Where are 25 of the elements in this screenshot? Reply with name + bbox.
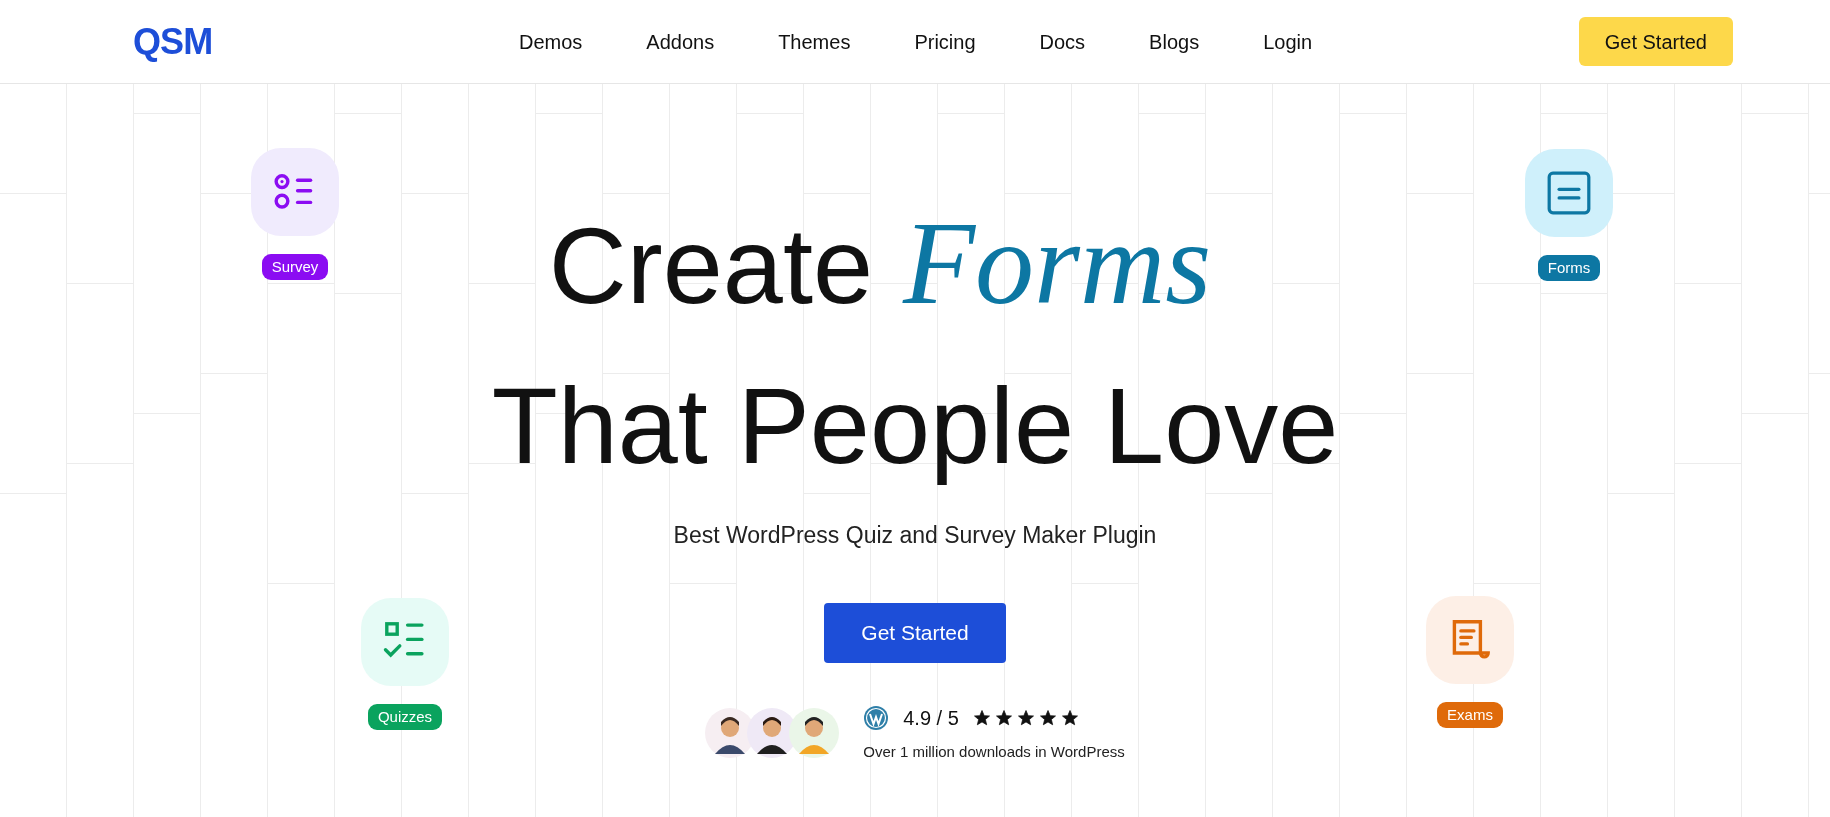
- star-icon: [1060, 708, 1079, 727]
- downloads-caption: Over 1 million downloads in WordPress: [863, 741, 1125, 762]
- nav-link[interactable]: Pricing: [914, 26, 976, 57]
- wordpress-logo-icon: [863, 704, 890, 731]
- rating-score: 4.9 / 5: [903, 705, 959, 731]
- star-icon: [972, 708, 991, 727]
- star-icon: [1016, 708, 1035, 727]
- feature-tag: Survey: [261, 254, 329, 280]
- hero-title: Create Forms: [548, 204, 1213, 326]
- star-icon: [1038, 708, 1057, 727]
- feature-tag: Forms: [1537, 255, 1601, 281]
- get-started-button[interactable]: Get Started: [824, 602, 1006, 663]
- star-icon: [994, 708, 1013, 727]
- nav-link[interactable]: Blogs: [1149, 26, 1200, 57]
- get-started-button[interactable]: Get Started: [1578, 17, 1733, 66]
- nav-link[interactable]: Login: [1263, 26, 1313, 57]
- hero-title: That People Love: [491, 366, 1339, 486]
- feature-tag: Exams: [1437, 702, 1503, 728]
- nav-link[interactable]: Demos: [518, 26, 583, 57]
- nav-link[interactable]: Docs: [1039, 26, 1086, 57]
- feature-tag: Quizzes: [367, 704, 443, 730]
- logo[interactable]: QSM: [133, 23, 213, 60]
- hero-subtitle: Best WordPress Quiz and Survey Maker Plugin: [673, 521, 1157, 550]
- nav-link[interactable]: Themes: [778, 26, 851, 57]
- nav-link[interactable]: Addons: [646, 26, 715, 57]
